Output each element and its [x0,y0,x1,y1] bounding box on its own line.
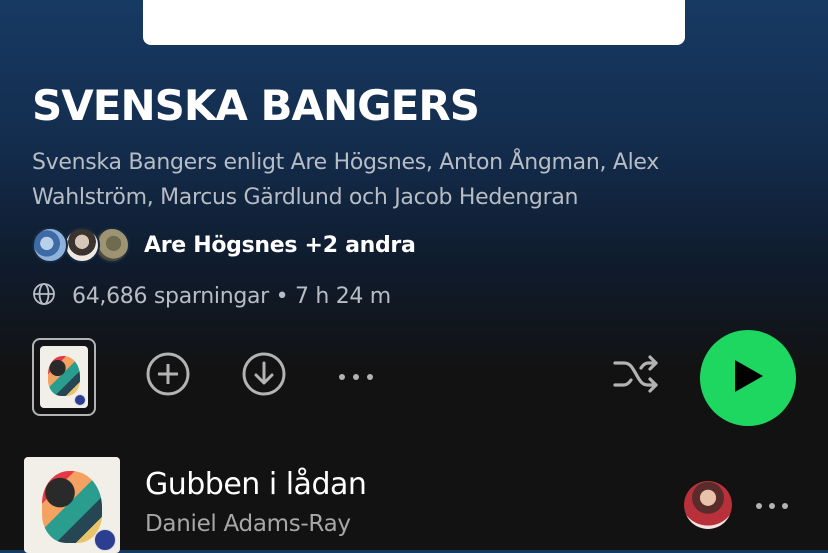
album-art [40,346,88,408]
play-icon [731,358,765,398]
playlist-description: Svenska Bangers enligt Are Högsnes, Anto… [32,150,659,210]
track-artist: Daniel Adams-Ray [145,511,351,537]
more-options-button[interactable] [332,352,380,400]
track-title: Gubben i lådan [145,467,367,502]
saves-and-duration: 64,686 sparningar • 7 h 24 m [72,283,391,309]
add-circle-icon [145,351,191,401]
shuffle-icon [612,354,660,398]
preview-thumbnail-button[interactable] [32,338,96,416]
shuffle-button[interactable] [612,352,660,400]
playlist-owners[interactable]: Are Högsnes +2 andra [32,225,416,265]
owner-avatars [32,225,132,265]
add-button[interactable] [144,352,192,400]
download-button[interactable] [240,352,288,400]
track-row[interactable]: Gubben i lådan Daniel Adams-Ray [0,455,828,553]
download-icon [241,351,287,401]
globe-icon [32,282,56,310]
track-album-art [24,457,120,553]
playlist-cover-bottom [143,0,685,45]
avatar [64,227,100,263]
play-button[interactable] [700,330,796,426]
more-icon [336,367,376,386]
track-more-button[interactable] [748,483,796,527]
playlist-controls [0,330,828,426]
playlist-meta: 64,686 sparningar • 7 h 24 m [32,280,391,312]
more-icon [754,496,790,515]
playlist-title: SVENSKA BANGERS [32,81,480,130]
avatar [32,227,68,263]
added-by-avatar [684,481,732,529]
owners-label[interactable]: Are Högsnes +2 andra [144,233,416,258]
